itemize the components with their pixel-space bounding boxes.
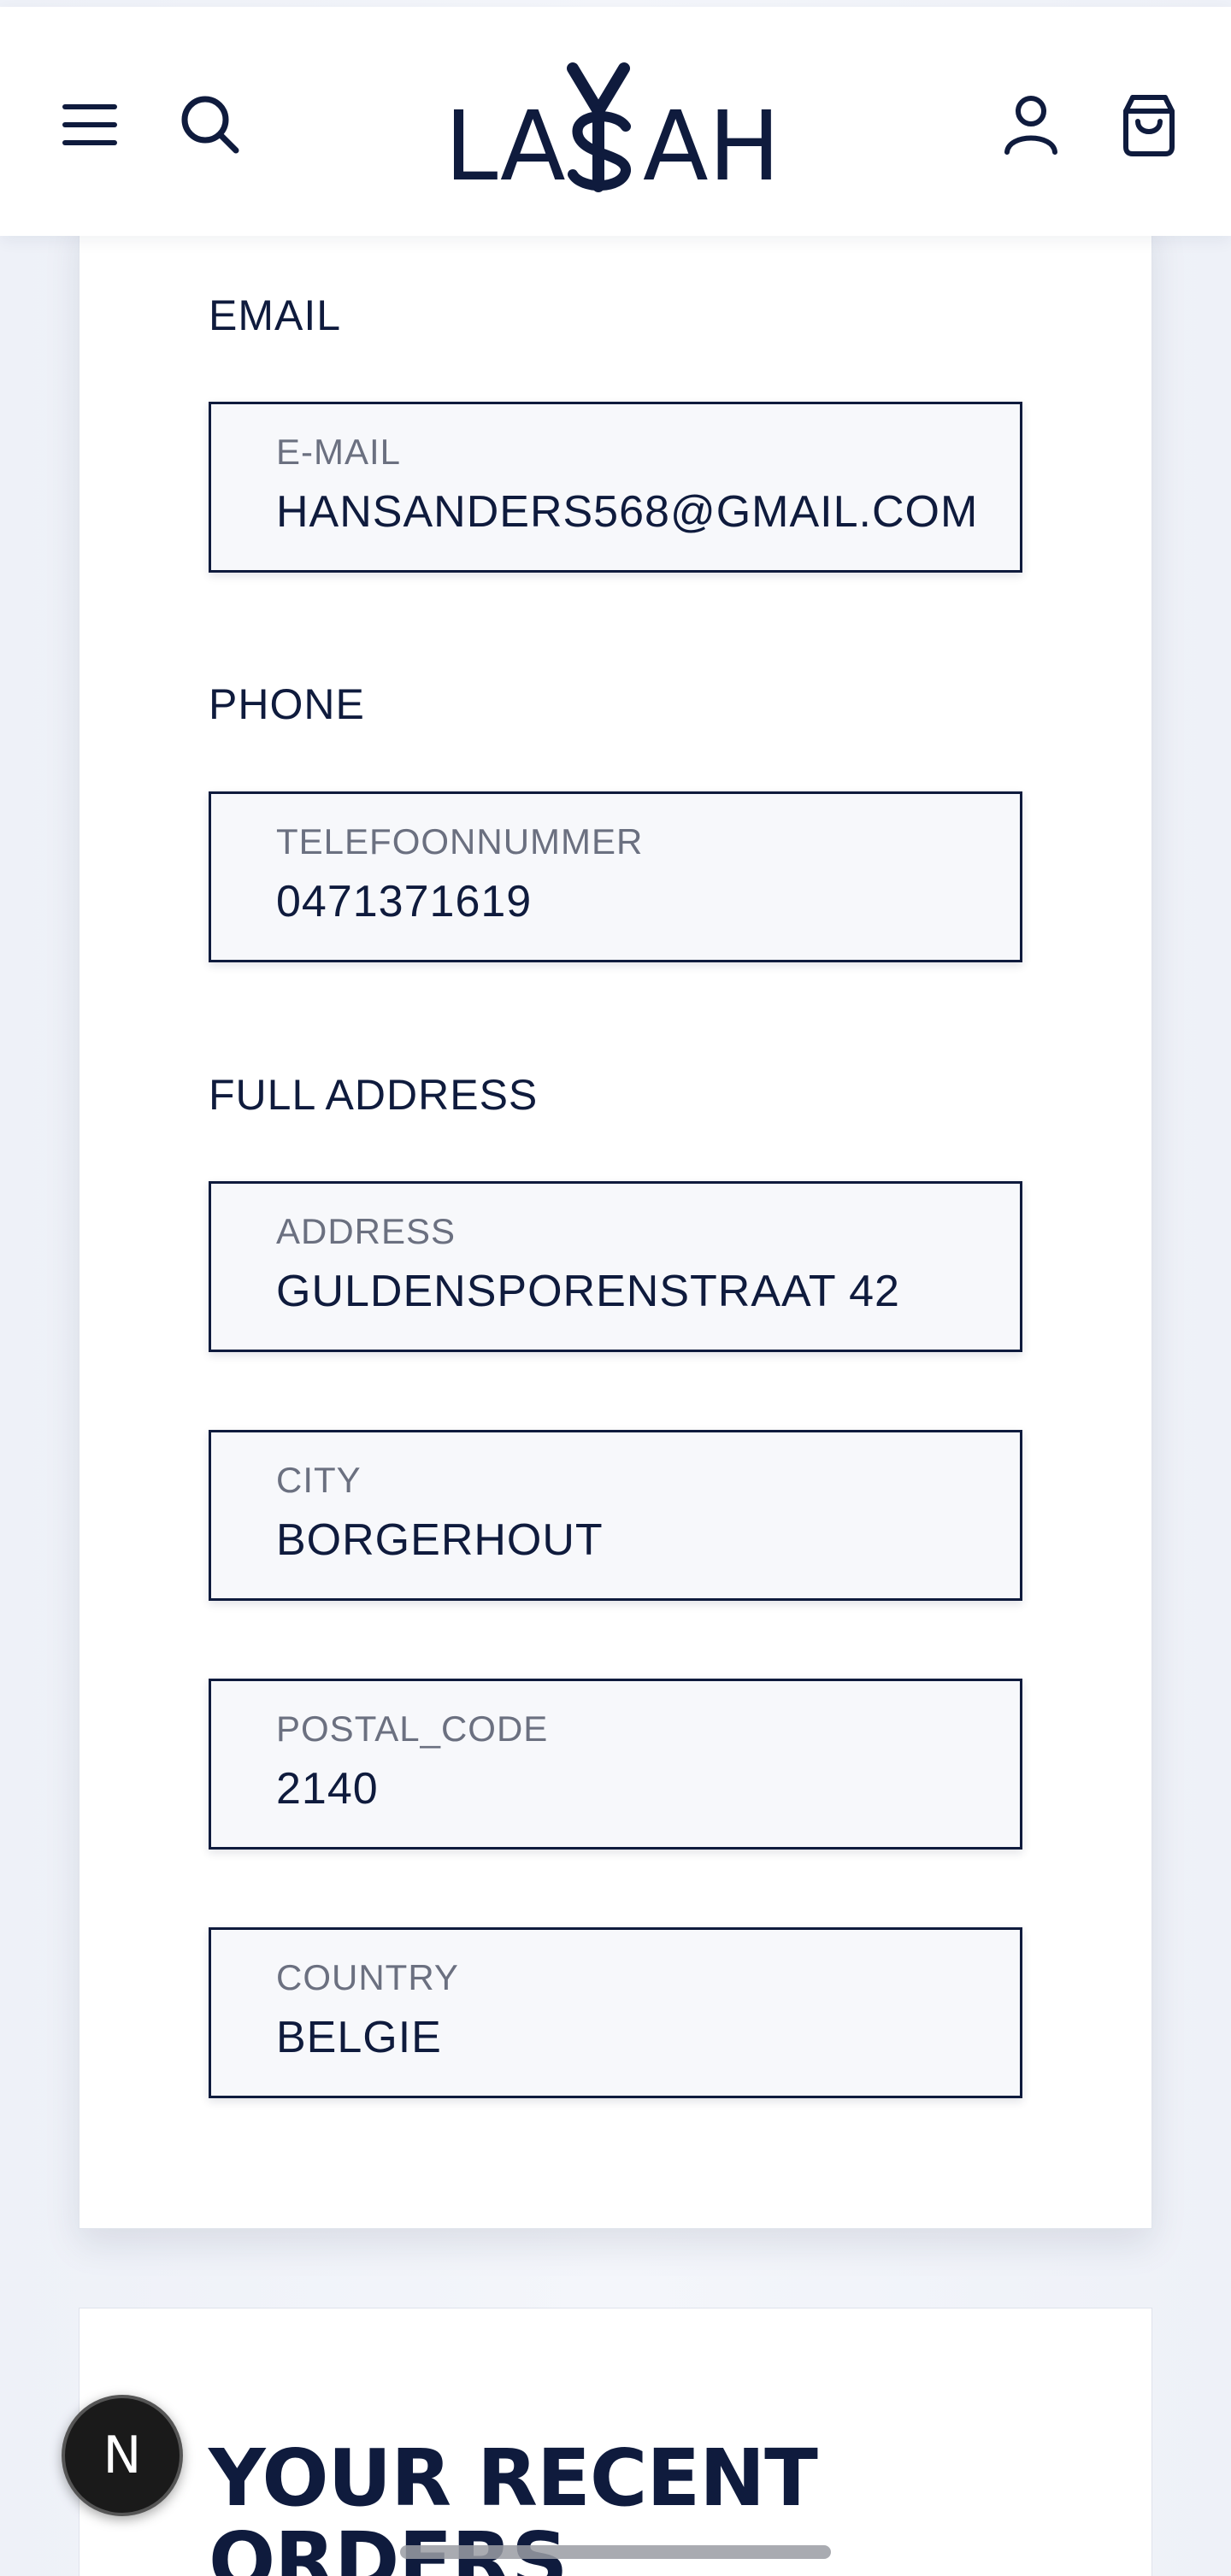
email-field[interactable]: E-MAIL HANSANDERS568@GMAIL.COM [209, 402, 1022, 573]
country-field[interactable]: COUNTRY BELGIE [209, 1927, 1022, 2098]
email-section-label: EMAIL [209, 291, 342, 339]
brand-logo-mark: LA AH [445, 62, 780, 197]
floating-n-button[interactable]: N [62, 2395, 183, 2516]
phone-field[interactable]: TELEFOONNUMMER 0471371619 [209, 791, 1022, 962]
hamburger-menu-icon [62, 104, 117, 145]
address-field-label: ADDRESS [276, 1211, 456, 1251]
address-section-label: FULL ADDRESS [209, 1071, 539, 1119]
country-field-label: COUNTRY [276, 1957, 459, 1997]
profile-page: LA AH EMAIL E-MAIL HANSANDERS568@GMAIL.C… [0, 0, 1231, 2576]
address-field-value: GULDENSPORENSTRAAT 42 [276, 1267, 900, 1316]
city-field-label: CITY [276, 1460, 362, 1500]
phone-field-value: 0471371619 [276, 877, 533, 926]
svg-text:AH: AH [643, 91, 780, 197]
search-button[interactable] [171, 85, 250, 164]
menu-button[interactable] [51, 85, 130, 164]
search-icon [181, 96, 239, 154]
city-field[interactable]: CITY BORGERHOUT [209, 1430, 1022, 1601]
postal-code-field-label: POSTAL_CODE [276, 1709, 549, 1749]
shopping-bag-icon [1123, 95, 1175, 156]
phone-section-label: PHONE [209, 680, 365, 728]
cart-button[interactable] [1110, 85, 1188, 164]
site-header: LA AH [0, 7, 1231, 236]
address-field[interactable]: ADDRESS GULDENSPORENSTRAAT 42 [209, 1181, 1022, 1352]
email-field-label: E-MAIL [276, 432, 402, 472]
postal-code-field[interactable]: POSTAL_CODE 2140 [209, 1679, 1022, 1850]
postal-code-field-value: 2140 [276, 1764, 379, 1814]
phone-field-label: TELEFOONNUMMER [276, 821, 644, 862]
city-field-value: BORGERHOUT [276, 1515, 604, 1565]
account-button[interactable] [992, 85, 1070, 164]
user-icon [1004, 96, 1057, 155]
country-field-value: BELGIE [276, 2013, 442, 2062]
home-indicator [400, 2545, 831, 2559]
floating-n-button-label: N [103, 2426, 142, 2485]
svg-text:LA: LA [445, 91, 566, 197]
brand-logo[interactable]: LA AH [445, 60, 786, 197]
email-field-value: HANSANDERS568@GMAIL.COM [276, 487, 979, 537]
